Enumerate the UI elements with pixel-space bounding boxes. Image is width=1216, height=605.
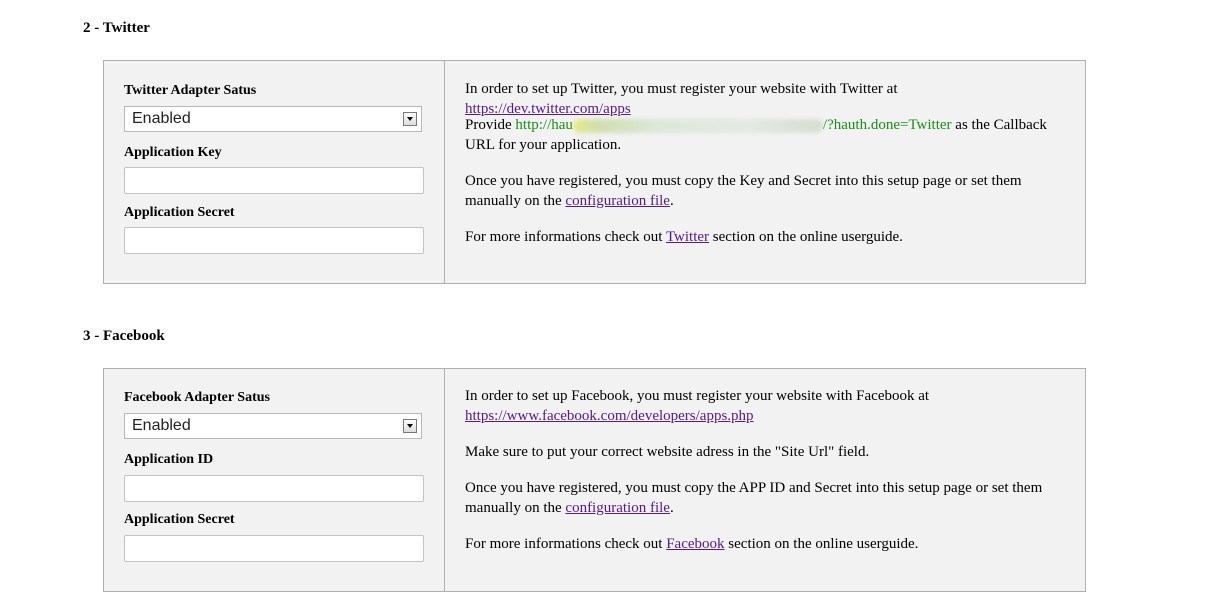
facebook-copy-keys-paragraph: Once you have registered, you must copy … — [465, 478, 1065, 518]
twitter-settings-panel: Twitter Adapter Satus Enabled Applicatio… — [103, 60, 1086, 284]
facebook-settings-panel: Facebook Adapter Satus Enabled Applicati… — [103, 368, 1086, 592]
facebook-userguide-paragraph: For more informations check out Facebook… — [465, 534, 1065, 554]
facebook-id-input[interactable] — [124, 475, 424, 502]
twitter-config-file-link[interactable]: configuration file — [565, 193, 670, 209]
facebook-config-file-link[interactable]: configuration file — [565, 500, 670, 516]
chevron-down-icon[interactable] — [403, 419, 417, 433]
twitter-userguide-text: For more informations check out — [465, 229, 666, 245]
facebook-section-heading: 3 - Facebook — [83, 328, 165, 344]
facebook-secret-label: Application Secret — [124, 512, 235, 527]
facebook-copy-keys-text: Once you have registered, you must copy … — [465, 480, 1043, 516]
chevron-down-icon[interactable] — [403, 112, 417, 126]
redacted-url-blur — [572, 118, 823, 133]
twitter-secret-input[interactable] — [124, 227, 424, 254]
twitter-register-paragraph: In order to set up Twitter, you must reg… — [465, 79, 1065, 119]
facebook-copy-keys-end: . — [669, 500, 674, 516]
facebook-status-label: Facebook Adapter Satus — [124, 390, 270, 405]
facebook-secret-input[interactable] — [124, 535, 424, 562]
twitter-copy-keys-text: Once you have registered, you must copy … — [465, 173, 1022, 209]
facebook-site-url-paragraph: Make sure to put your correct website ad… — [465, 442, 1065, 462]
facebook-status-select[interactable]: Enabled — [124, 413, 422, 439]
twitter-status-value: Enabled — [132, 110, 191, 127]
twitter-register-text: In order to set up Twitter, you must reg… — [465, 81, 898, 97]
facebook-register-paragraph: In order to set up Facebook, you must re… — [465, 386, 1065, 426]
facebook-userguide-text: For more informations check out — [465, 536, 667, 552]
facebook-userguide-end: section on the online userguide. — [724, 536, 919, 552]
facebook-register-text: In order to set up Facebook, you must re… — [465, 388, 930, 404]
twitter-callback-url-start: http://hau — [515, 117, 573, 133]
twitter-status-label: Twitter Adapter Satus — [124, 83, 257, 98]
facebook-id-label: Application ID — [124, 452, 214, 467]
facebook-status-value: Enabled — [132, 417, 191, 434]
facebook-userguide-link[interactable]: Facebook — [666, 536, 724, 552]
twitter-userguide-end: section on the online userguide. — [709, 229, 903, 245]
facebook-site-url-text: Make sure to put your correct website ad… — [465, 444, 870, 460]
twitter-copy-keys-end: . — [669, 193, 674, 209]
facebook-form-column: Facebook Adapter Satus Enabled Applicati… — [104, 369, 445, 591]
twitter-key-label: Application Key — [124, 145, 222, 160]
twitter-callback-url-end: /?hauth.done=Twitter — [822, 117, 952, 133]
twitter-form-column: Twitter Adapter Satus Enabled Applicatio… — [104, 61, 445, 283]
twitter-status-select[interactable]: Enabled — [124, 106, 422, 132]
twitter-callback-url: http://hau /?hauth.done=Twitter — [515, 117, 951, 133]
twitter-callback-prefix: Provide — [465, 117, 516, 133]
twitter-secret-label: Application Secret — [124, 205, 235, 220]
twitter-callback-paragraph: Provide http://hau/?hauth.done=Twitter a… — [465, 115, 1065, 155]
twitter-copy-keys-paragraph: Once you have registered, you must copy … — [465, 171, 1065, 211]
twitter-userguide-paragraph: For more informations check out Twitter … — [465, 227, 1065, 247]
twitter-section-heading: 2 - Twitter — [83, 20, 150, 36]
facebook-dev-apps-link[interactable]: https://www.facebook.com/developers/apps… — [465, 408, 754, 424]
twitter-key-input[interactable] — [124, 167, 424, 194]
twitter-userguide-link[interactable]: Twitter — [666, 229, 709, 245]
